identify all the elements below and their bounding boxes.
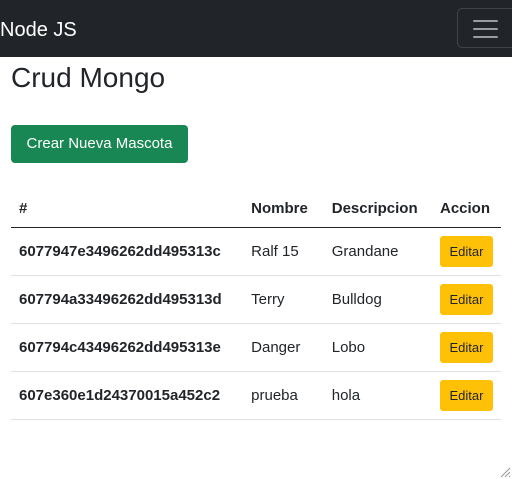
column-header-id: # [11,189,244,228]
resize-grip-icon[interactable] [499,466,511,478]
create-pet-button[interactable]: Crear Nueva Mascota [11,125,188,163]
cell-accion: Editar [432,227,501,276]
page-title: Crud Mongo [11,62,166,93]
cell-descripcion: Lobo [323,323,432,372]
table-row: 6077947e3496262dd495313c Ralf 15 Grandan… [11,227,501,276]
navbar-toggler-button[interactable] [457,8,512,48]
cell-accion: Editar [432,275,501,324]
cell-id: 607794a33496262dd495313d [11,275,244,324]
cell-id: 607e360e1d24370015a452c2 [11,371,244,420]
table-row: 607794c43496262dd495313e Danger Lobo Edi… [11,323,501,372]
column-header-accion: Accion [432,189,501,228]
column-header-nombre: Nombre [243,189,324,228]
cell-nombre: Ralf 15 [243,227,324,276]
cell-nombre: Terry [243,275,324,324]
edit-button[interactable]: Editar [440,332,493,363]
column-header-descripcion: Descripcion [323,189,432,228]
cell-descripcion: Grandane [323,227,432,276]
cell-nombre: Danger [243,323,324,372]
cell-id: 6077947e3496262dd495313c [11,227,244,276]
hamburger-icon [473,19,498,38]
cell-id: 607794c43496262dd495313e [11,323,244,372]
cell-accion: Editar [432,323,501,372]
cell-accion: Editar [432,371,501,420]
navbar-brand[interactable]: Node JS [0,18,77,42]
edit-button[interactable]: Editar [440,284,493,315]
cell-descripcion: hola [323,371,432,420]
navbar: Node JS [0,0,512,57]
cell-nombre: prueba [243,371,324,420]
table-header-row: # Nombre Descripcion Accion [11,189,501,228]
edit-button[interactable]: Editar [440,380,493,411]
table-row: 607794a33496262dd495313d Terry Bulldog E… [11,275,501,324]
table-row: 607e360e1d24370015a452c2 prueba hola Edi… [11,371,501,420]
cell-descripcion: Bulldog [323,275,432,324]
edit-button[interactable]: Editar [440,236,493,267]
pets-table: # Nombre Descripcion Accion 6077947e3496… [11,189,501,420]
